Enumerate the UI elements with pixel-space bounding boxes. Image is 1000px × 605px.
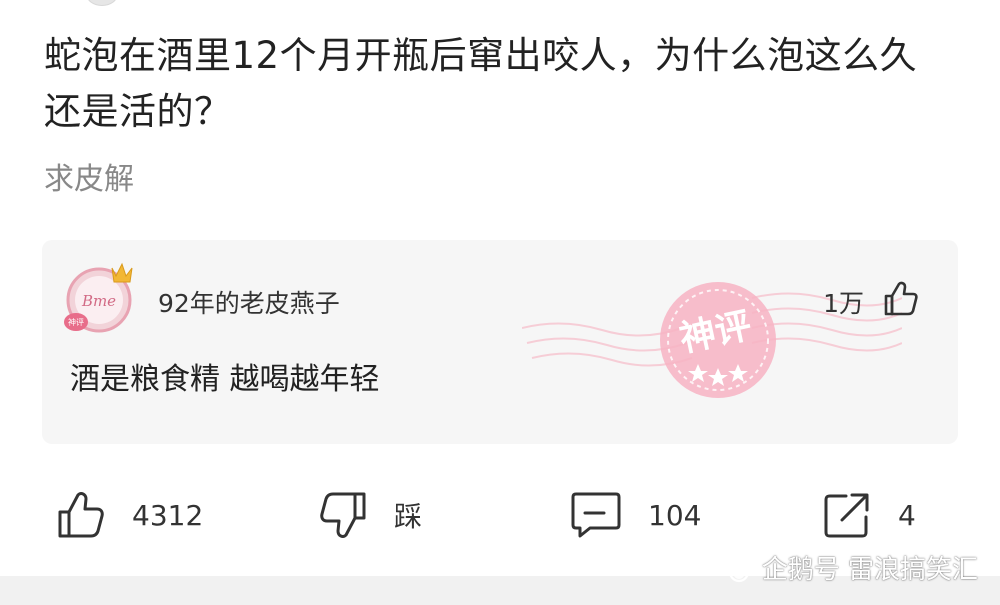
penguin-logo-icon	[727, 555, 750, 582]
like-count: 4312	[132, 498, 204, 532]
thumbs-up-icon[interactable]	[882, 280, 920, 318]
svg-text:Bme: Bme	[81, 292, 116, 310]
dislike-button[interactable]: 踩	[318, 480, 422, 550]
watermark-text: 企鹅号 雷浪搞笑汇	[761, 555, 978, 585]
thumbs-up-icon	[58, 492, 104, 538]
hot-comment-card[interactable]: 神评 Bme 神评 92年的老皮燕子 1万 酒是粮食精 越喝越年轻	[42, 240, 958, 444]
post-action-bar: 4312 踩 104 4	[0, 480, 1000, 550]
post-title: 蛇泡在酒里12个月开瓶后窜出咬人，为什么泡这么久还是活的？	[44, 34, 918, 133]
commenter-avatar[interactable]: Bme 神评	[64, 260, 138, 334]
like-button[interactable]: 4312	[56, 480, 203, 550]
share-icon	[824, 493, 869, 538]
hot-comment-like-count: 1万	[823, 289, 864, 318]
comment-button[interactable]: 104	[570, 480, 701, 550]
thumbs-down-icon	[320, 492, 366, 538]
crown-icon	[111, 262, 133, 283]
post-body: 求皮解	[44, 162, 134, 197]
comment-bubble-icon	[571, 492, 621, 538]
share-count: 4	[898, 498, 916, 532]
dislike-label: 踩	[394, 500, 423, 533]
post-detail-page: 蛇泡在酒里12个月开瓶后窜出咬人，为什么泡这么久还是活的？ 求皮解 神评 Bme…	[0, 0, 1000, 605]
commenter-username[interactable]: 92年的老皮燕子	[158, 284, 340, 320]
author-avatar-edge	[86, 0, 118, 6]
hot-comment-text: 酒是粮食精 越喝越年轻	[70, 362, 380, 397]
avatar-badge-text: 神评	[68, 317, 84, 327]
share-button[interactable]: 4	[822, 480, 916, 550]
comment-count: 104	[648, 498, 702, 532]
watermark: 企鹅号 雷浪搞笑汇	[724, 549, 978, 586]
